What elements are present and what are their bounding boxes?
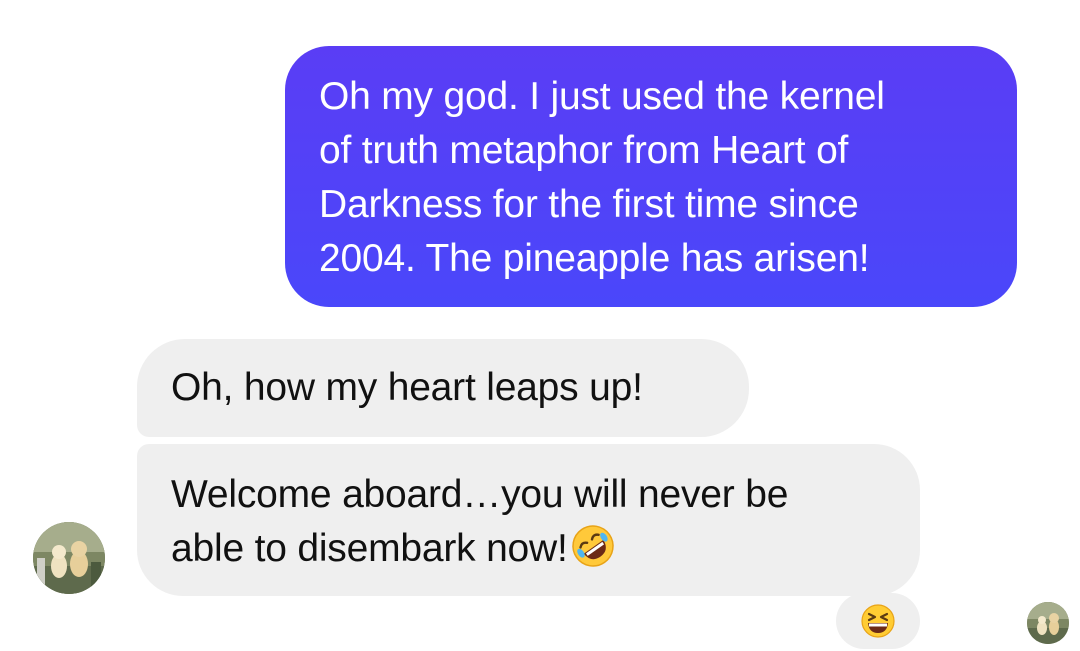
dogs-photo-icon — [33, 522, 105, 594]
received-message-bubble[interactable]: Oh, how my heart leaps up! — [137, 339, 749, 437]
message-line: Oh, how my heart leaps up! — [171, 366, 643, 409]
dogs-photo-icon — [1027, 602, 1069, 644]
grinning-squinting-face-icon — [861, 604, 895, 638]
read-receipt-avatar — [1027, 602, 1069, 644]
sent-message-bubble[interactable]: Oh my god. I just used the kernel of tru… — [285, 46, 1017, 307]
message-line-text: able to disembark now! — [171, 527, 568, 570]
message-line: Oh my god. I just used the kernel — [319, 75, 885, 118]
rolling-on-floor-laughing-icon — [571, 525, 614, 567]
message-line: 2004. The pineapple has arisen! — [319, 237, 870, 280]
message-reaction[interactable] — [836, 593, 920, 649]
message-line-with-emoji: able to disembark now! — [171, 522, 890, 576]
received-message-bubble[interactable]: Welcome aboard…you will never be able to… — [137, 444, 920, 596]
message-line: of truth metaphor from Heart of — [319, 129, 849, 172]
message-line: Darkness for the first time since — [319, 183, 859, 226]
message-line: Welcome aboard…you will never be — [171, 473, 789, 516]
contact-avatar[interactable] — [33, 522, 105, 594]
